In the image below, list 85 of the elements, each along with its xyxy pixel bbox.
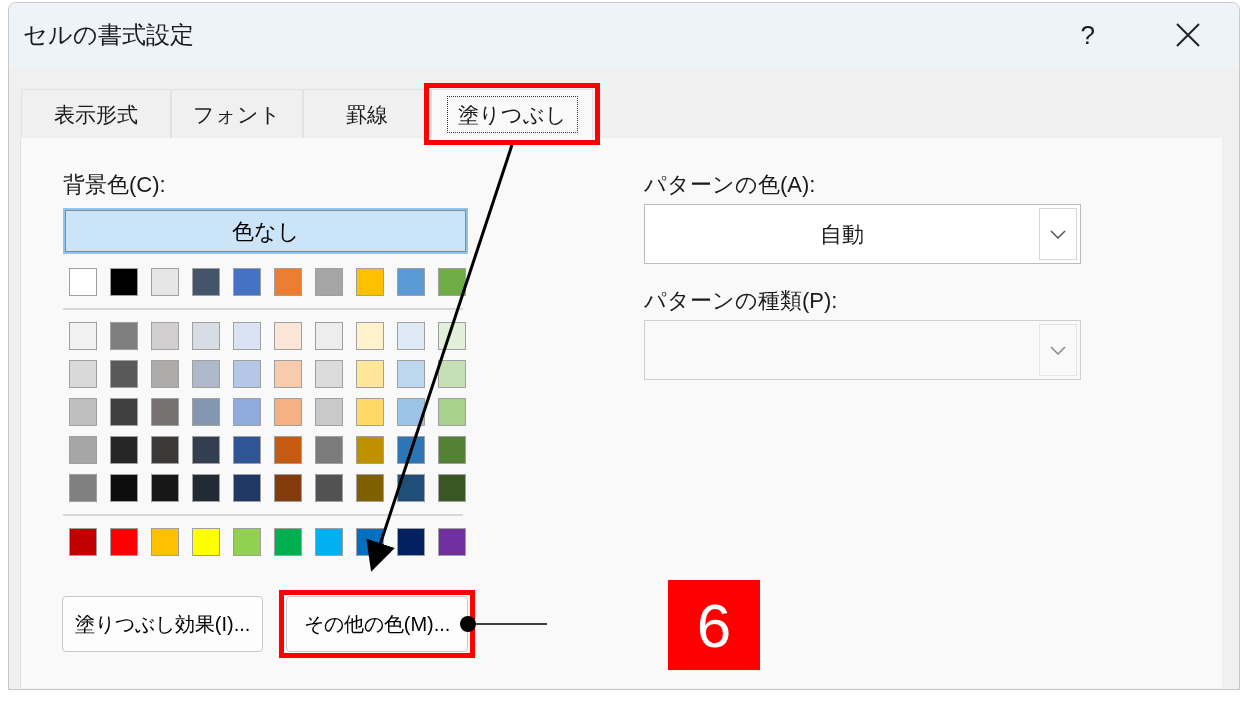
field-label: パターンの色(A): (644, 171, 817, 199)
color-swatch[interactable] (315, 474, 343, 502)
color-swatch[interactable] (274, 474, 302, 502)
color-swatch[interactable] (192, 360, 220, 388)
color-swatch[interactable] (192, 268, 220, 296)
tab[interactable]: 罫線 (303, 89, 431, 139)
color-swatch[interactable] (356, 322, 384, 350)
caret-icon (1050, 229, 1066, 239)
color-swatch[interactable] (315, 436, 343, 464)
color-swatch[interactable] (192, 436, 220, 464)
color-swatch[interactable] (274, 528, 302, 556)
color-swatch[interactable] (274, 268, 302, 296)
color-swatch[interactable] (397, 360, 425, 388)
color-swatch[interactable] (397, 398, 425, 426)
color-swatch[interactable] (192, 322, 220, 350)
color-swatch[interactable] (438, 528, 466, 556)
color-swatch[interactable] (151, 474, 179, 502)
color-swatch[interactable] (233, 360, 261, 388)
tab[interactable]: 表示形式 (21, 89, 171, 139)
color-swatch[interactable] (151, 322, 179, 350)
color-swatch[interactable] (397, 436, 425, 464)
color-swatch[interactable] (69, 436, 97, 464)
color-swatch[interactable] (192, 528, 220, 556)
help-button[interactable]: ? (1080, 15, 1095, 55)
color-swatch[interactable] (356, 268, 384, 296)
color-swatch[interactable] (438, 360, 466, 388)
color-swatch[interactable] (110, 474, 138, 502)
dialog-button[interactable]: 塗りつぶし効果(I)... (62, 596, 264, 652)
color-swatch[interactable] (110, 360, 138, 388)
step-number: 6 (668, 580, 760, 670)
color-swatch[interactable] (274, 398, 302, 426)
color-swatch[interactable] (233, 398, 261, 426)
color-swatch[interactable] (315, 268, 343, 296)
color-swatch[interactable] (110, 268, 138, 296)
dialog-button[interactable]: その他の色(M)... (286, 596, 468, 652)
color-swatch[interactable] (69, 398, 97, 426)
color-swatch[interactable] (356, 360, 384, 388)
color-swatch[interactable] (356, 474, 384, 502)
color-swatch[interactable] (151, 528, 179, 556)
color-swatch[interactable] (397, 268, 425, 296)
close-icon[interactable] (1175, 22, 1201, 48)
color-swatch[interactable] (69, 322, 97, 350)
color-swatch[interactable] (233, 474, 261, 502)
color-swatch[interactable] (151, 398, 179, 426)
color-swatch[interactable] (110, 528, 138, 556)
dropdown[interactable]: 自動 (644, 204, 1081, 264)
color-swatch[interactable] (110, 436, 138, 464)
color-swatch[interactable] (274, 436, 302, 464)
color-swatch[interactable] (397, 322, 425, 350)
color-swatch[interactable] (315, 322, 343, 350)
window-title: セルの書式設定 (23, 20, 194, 50)
color-swatch[interactable] (151, 436, 179, 464)
color-swatch[interactable] (69, 528, 97, 556)
color-swatch[interactable] (233, 268, 261, 296)
color-swatch[interactable] (356, 436, 384, 464)
color-swatch[interactable] (438, 436, 466, 464)
color-swatch[interactable] (233, 322, 261, 350)
color-swatch[interactable] (356, 398, 384, 426)
color-swatch[interactable] (69, 268, 97, 296)
color-swatch[interactable] (192, 398, 220, 426)
color-swatch[interactable] (315, 528, 343, 556)
color-swatch[interactable] (274, 360, 302, 388)
color-swatch[interactable] (233, 436, 261, 464)
field-label: 背景色(C): (63, 171, 167, 199)
color-swatch[interactable] (397, 528, 425, 556)
tab[interactable]: フォント (171, 89, 303, 139)
color-swatch[interactable] (438, 398, 466, 426)
color-swatch[interactable] (438, 474, 466, 502)
color-swatch[interactable] (110, 398, 138, 426)
color-swatch[interactable] (233, 528, 261, 556)
color-swatch[interactable] (438, 268, 466, 296)
field-label: パターンの種類(P): (644, 287, 839, 315)
no-color-button[interactable]: 色なし (63, 208, 468, 254)
color-swatch[interactable] (397, 474, 425, 502)
color-swatch[interactable] (151, 360, 179, 388)
color-swatch[interactable] (315, 398, 343, 426)
color-swatch[interactable] (315, 360, 343, 388)
color-swatch[interactable] (69, 474, 97, 502)
color-swatch[interactable] (69, 360, 97, 388)
tab[interactable]: 塗りつぶし (431, 89, 593, 139)
color-swatch[interactable] (151, 268, 179, 296)
caret-icon (1050, 345, 1066, 355)
color-swatch[interactable] (192, 474, 220, 502)
color-swatch[interactable] (274, 322, 302, 350)
color-swatch[interactable] (110, 322, 138, 350)
